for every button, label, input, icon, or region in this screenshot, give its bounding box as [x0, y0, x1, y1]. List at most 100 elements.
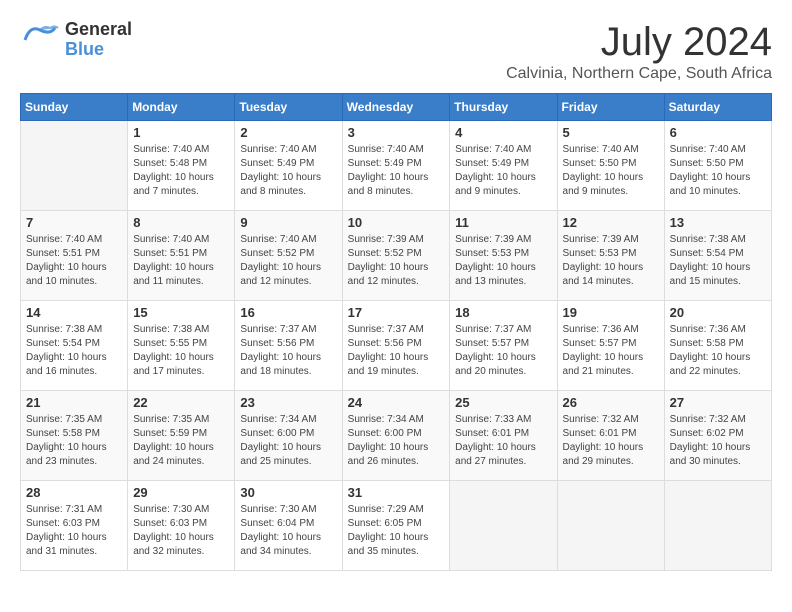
- month-year-title: July 2024: [506, 20, 772, 65]
- logo-blue: Blue: [65, 40, 132, 60]
- day-info: Sunrise: 7:39 AM Sunset: 5:53 PM Dayligh…: [563, 233, 659, 289]
- header-monday: Monday: [128, 94, 235, 121]
- calendar-table: Sunday Monday Tuesday Wednesday Thursday…: [20, 93, 772, 571]
- calendar-cell: [21, 121, 128, 211]
- day-number: 17: [348, 305, 445, 320]
- day-info: Sunrise: 7:40 AM Sunset: 5:50 PM Dayligh…: [563, 143, 659, 199]
- calendar-cell: 19 Sunrise: 7:36 AM Sunset: 5:57 PM Dayli…: [557, 301, 664, 391]
- day-number: 10: [348, 215, 445, 230]
- logo-text: General Blue: [65, 20, 132, 60]
- calendar-cell: [450, 481, 557, 571]
- calendar-cell: 10 Sunrise: 7:39 AM Sunset: 5:52 PM Dayli…: [342, 211, 450, 301]
- calendar-cell: 31 Sunrise: 7:29 AM Sunset: 6:05 PM Dayli…: [342, 481, 450, 571]
- calendar-cell: 8 Sunrise: 7:40 AM Sunset: 5:51 PM Daylig…: [128, 211, 235, 301]
- calendar-cell: 14 Sunrise: 7:38 AM Sunset: 5:54 PM Dayli…: [21, 301, 128, 391]
- calendar-cell: 23 Sunrise: 7:34 AM Sunset: 6:00 PM Dayli…: [235, 391, 342, 481]
- day-info: Sunrise: 7:40 AM Sunset: 5:49 PM Dayligh…: [240, 143, 336, 199]
- logo-icon: [20, 20, 60, 60]
- calendar-cell: 12 Sunrise: 7:39 AM Sunset: 5:53 PM Dayli…: [557, 211, 664, 301]
- day-info: Sunrise: 7:35 AM Sunset: 5:59 PM Dayligh…: [133, 413, 229, 469]
- calendar-cell: 6 Sunrise: 7:40 AM Sunset: 5:50 PM Daylig…: [664, 121, 771, 211]
- day-info: Sunrise: 7:40 AM Sunset: 5:50 PM Dayligh…: [670, 143, 766, 199]
- location-subtitle: Calvinia, Northern Cape, South Africa: [506, 65, 772, 83]
- day-number: 18: [455, 305, 551, 320]
- day-info: Sunrise: 7:39 AM Sunset: 5:52 PM Dayligh…: [348, 233, 445, 289]
- day-info: Sunrise: 7:29 AM Sunset: 6:05 PM Dayligh…: [348, 503, 445, 559]
- day-info: Sunrise: 7:35 AM Sunset: 5:58 PM Dayligh…: [26, 413, 122, 469]
- day-info: Sunrise: 7:36 AM Sunset: 5:57 PM Dayligh…: [563, 323, 659, 379]
- calendar-cell: 29Sunrise: 7:30 AM Sunset: 6:03 PM Dayli…: [128, 481, 235, 571]
- day-info: Sunrise: 7:38 AM Sunset: 5:54 PM Dayligh…: [26, 323, 122, 379]
- calendar-cell: 13Sunrise: 7:38 AM Sunset: 5:54 PM Dayli…: [664, 211, 771, 301]
- day-info: Sunrise: 7:30 AM Sunset: 6:03 PM Dayligh…: [133, 503, 229, 559]
- calendar-cell: 5 Sunrise: 7:40 AM Sunset: 5:50 PM Daylig…: [557, 121, 664, 211]
- day-number: 22: [133, 395, 229, 410]
- day-number: 16: [240, 305, 336, 320]
- day-number: 3: [348, 125, 445, 140]
- header-sunday: Sunday: [21, 94, 128, 121]
- day-info: Sunrise: 7:36 AM Sunset: 5:58 PM Dayligh…: [670, 323, 766, 379]
- day-info: Sunrise: 7:40 AM Sunset: 5:51 PM Dayligh…: [26, 233, 122, 289]
- calendar-cell: 20Sunrise: 7:36 AM Sunset: 5:58 PM Dayli…: [664, 301, 771, 391]
- day-number: 30: [240, 485, 336, 500]
- day-info: Sunrise: 7:40 AM Sunset: 5:52 PM Dayligh…: [240, 233, 336, 289]
- calendar-cell: 30 Sunrise: 7:30 AM Sunset: 6:04 PM Dayli…: [235, 481, 342, 571]
- calendar-cell: 25 Sunrise: 7:33 AM Sunset: 6:01 PM Dayli…: [450, 391, 557, 481]
- day-info: Sunrise: 7:31 AM Sunset: 6:03 PM Dayligh…: [26, 503, 122, 559]
- logo: General Blue: [20, 20, 132, 60]
- calendar-cell: 3Sunrise: 7:40 AM Sunset: 5:49 PM Daylig…: [342, 121, 450, 211]
- day-number: 11: [455, 215, 551, 230]
- header-friday: Friday: [557, 94, 664, 121]
- day-number: 31: [348, 485, 445, 500]
- day-info: Sunrise: 7:39 AM Sunset: 5:53 PM Dayligh…: [455, 233, 551, 289]
- day-number: 14: [26, 305, 122, 320]
- calendar-cell: [664, 481, 771, 571]
- day-number: 23: [240, 395, 336, 410]
- day-number: 6: [670, 125, 766, 140]
- day-info: Sunrise: 7:33 AM Sunset: 6:01 PM Dayligh…: [455, 413, 551, 469]
- day-info: Sunrise: 7:32 AM Sunset: 6:02 PM Dayligh…: [670, 413, 766, 469]
- day-number: 28: [26, 485, 122, 500]
- day-number: 2: [240, 125, 336, 140]
- calendar-cell: 2 Sunrise: 7:40 AM Sunset: 5:49 PM Daylig…: [235, 121, 342, 211]
- calendar-cell: 27 Sunrise: 7:32 AM Sunset: 6:02 PM Dayli…: [664, 391, 771, 481]
- day-number: 1: [133, 125, 229, 140]
- calendar-cell: 22 Sunrise: 7:35 AM Sunset: 5:59 PM Dayli…: [128, 391, 235, 481]
- calendar-cell: 4Sunrise: 7:40 AM Sunset: 5:49 PM Daylig…: [450, 121, 557, 211]
- day-number: 15: [133, 305, 229, 320]
- calendar-cell: 11 Sunrise: 7:39 AM Sunset: 5:53 PM Dayli…: [450, 211, 557, 301]
- header-saturday: Saturday: [664, 94, 771, 121]
- day-number: 4: [455, 125, 551, 140]
- calendar-cell: 21 Sunrise: 7:35 AM Sunset: 5:58 PM Dayli…: [21, 391, 128, 481]
- title-area: July 2024 Calvinia, Northern Cape, South…: [506, 20, 772, 83]
- day-number: 5: [563, 125, 659, 140]
- header-thursday: Thursday: [450, 94, 557, 121]
- week-row-1: 1Sunrise: 7:40 AM Sunset: 5:48 PM Daylig…: [21, 121, 772, 211]
- day-number: 27: [670, 395, 766, 410]
- day-info: Sunrise: 7:37 AM Sunset: 5:56 PM Dayligh…: [348, 323, 445, 379]
- calendar-cell: [557, 481, 664, 571]
- logo-general: General: [65, 20, 132, 40]
- calendar-cell: 7Sunrise: 7:40 AM Sunset: 5:51 PM Daylig…: [21, 211, 128, 301]
- day-number: 19: [563, 305, 659, 320]
- week-row-3: 14 Sunrise: 7:38 AM Sunset: 5:54 PM Dayli…: [21, 301, 772, 391]
- day-info: Sunrise: 7:38 AM Sunset: 5:55 PM Dayligh…: [133, 323, 229, 379]
- week-row-2: 7Sunrise: 7:40 AM Sunset: 5:51 PM Daylig…: [21, 211, 772, 301]
- day-number: 26: [563, 395, 659, 410]
- day-info: Sunrise: 7:30 AM Sunset: 6:04 PM Dayligh…: [240, 503, 336, 559]
- header-wednesday: Wednesday: [342, 94, 450, 121]
- calendar-cell: 26 Sunrise: 7:32 AM Sunset: 6:01 PM Dayli…: [557, 391, 664, 481]
- day-info: Sunrise: 7:34 AM Sunset: 6:00 PM Dayligh…: [348, 413, 445, 469]
- day-number: 8: [133, 215, 229, 230]
- day-info: Sunrise: 7:32 AM Sunset: 6:01 PM Dayligh…: [563, 413, 659, 469]
- day-number: 12: [563, 215, 659, 230]
- calendar-cell: 17 Sunrise: 7:37 AM Sunset: 5:56 PM Dayli…: [342, 301, 450, 391]
- day-info: Sunrise: 7:34 AM Sunset: 6:00 PM Dayligh…: [240, 413, 336, 469]
- day-info: Sunrise: 7:38 AM Sunset: 5:54 PM Dayligh…: [670, 233, 766, 289]
- day-info: Sunrise: 7:40 AM Sunset: 5:51 PM Dayligh…: [133, 233, 229, 289]
- day-number: 21: [26, 395, 122, 410]
- calendar-cell: 15 Sunrise: 7:38 AM Sunset: 5:55 PM Dayli…: [128, 301, 235, 391]
- day-number: 25: [455, 395, 551, 410]
- week-row-4: 21 Sunrise: 7:35 AM Sunset: 5:58 PM Dayli…: [21, 391, 772, 481]
- day-info: Sunrise: 7:37 AM Sunset: 5:57 PM Dayligh…: [455, 323, 551, 379]
